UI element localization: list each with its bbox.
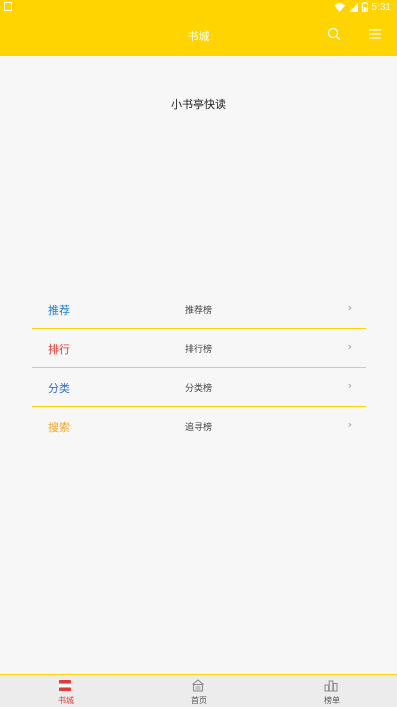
search-icon[interactable] — [326, 26, 342, 42]
chevron-right-icon: › — [347, 379, 352, 392]
app-header: 书城 — [0, 14, 397, 56]
tab-home[interactable]: 首页 — [133, 675, 265, 707]
menu-item-search[interactable]: 搜索 追寻榜 › — [32, 407, 366, 445]
hamburger-menu-icon[interactable] — [367, 26, 383, 42]
tab-ranking[interactable]: 榜单 — [266, 675, 397, 707]
chevron-right-icon: › — [347, 301, 352, 314]
status-time: 5:31 — [371, 1, 391, 13]
notification-icon — [4, 2, 12, 11]
home-icon — [192, 679, 204, 692]
wifi-icon — [333, 2, 345, 12]
menu-item-sub: 排行榜 — [185, 345, 213, 355]
books-icon — [59, 680, 71, 691]
tab-bookstore[interactable]: 书城 — [0, 675, 132, 707]
menu-item-category[interactable]: 分类 分类榜 › — [32, 368, 366, 407]
bottom-nav: 书城 首页 榜单 — [0, 674, 397, 707]
menu-item-sub: 分类榜 — [185, 384, 213, 394]
ranking-icon — [324, 680, 338, 692]
tab-label: 榜单 — [324, 696, 340, 705]
menu-item-recommend[interactable]: 推荐 推荐榜 › — [32, 290, 366, 329]
battery-icon — [361, 2, 368, 12]
menu-item-label: 推荐 — [48, 304, 70, 317]
menu-item-label: 排行 — [48, 343, 70, 356]
chevron-right-icon: › — [347, 340, 352, 353]
signal-icon — [348, 2, 358, 12]
menu-item-label: 搜索 — [48, 421, 70, 434]
menu-item-ranking[interactable]: 排行 排行榜 › — [32, 329, 366, 368]
chevron-right-icon: › — [347, 418, 352, 431]
category-menu: 推荐 推荐榜 › 排行 排行榜 › 分类 分类榜 › 搜索 追寻榜 › — [32, 290, 366, 445]
tab-label: 首页 — [191, 696, 207, 705]
tab-label: 书城 — [58, 696, 74, 705]
menu-item-sub: 追寻榜 — [185, 423, 213, 433]
status-bar: 5:31 — [0, 0, 397, 14]
app-slogan: 小书亭快读 — [171, 98, 226, 111]
menu-item-label: 分类 — [48, 382, 70, 395]
menu-item-sub: 推荐榜 — [185, 306, 213, 316]
